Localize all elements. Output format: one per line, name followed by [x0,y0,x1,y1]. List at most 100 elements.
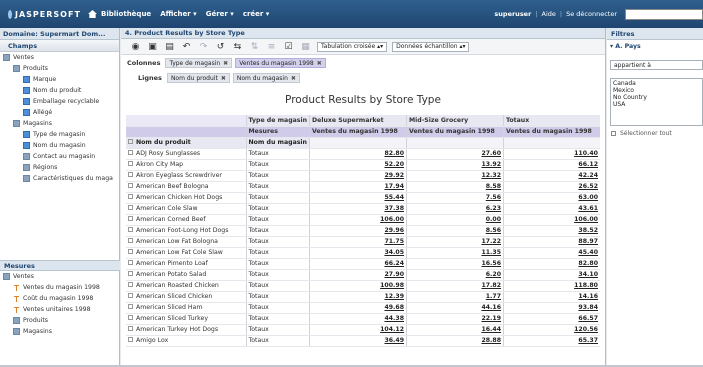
value-cell[interactable]: 16.44 [406,324,504,336]
measure-header[interactable]: Ventes du magasin 1998 [406,126,504,138]
column-header[interactable]: Deluxe Supermarket [309,115,407,127]
value-cell[interactable]: 120.56 [503,324,600,336]
value-cell[interactable]: 104.12 [309,324,407,336]
jaspersoft-logo[interactable]: JASPERSOFT [8,9,80,19]
value-cell[interactable]: 6.23 [406,203,504,215]
expand-icon[interactable] [128,138,133,144]
measure-header[interactable]: Ventes du magasin 1998 [309,126,407,138]
row-header[interactable]: Akron Eyeglass Screwdriver [126,170,247,182]
value-cell[interactable]: 26.52 [503,181,600,193]
expand-icon[interactable] [128,314,133,320]
tree-item[interactable]: Ventes [0,271,120,282]
tree-item[interactable]: Ventes du magasin 1998 [0,282,120,293]
row-header[interactable]: American Sliced Chicken [126,291,247,303]
view-icon[interactable]: ◉ [130,41,141,52]
row-header[interactable]: American Low Fat Bologna [126,236,247,248]
row-header[interactable]: American Sliced Ham [126,302,247,314]
sort-icon[interactable]: ⇅ [249,41,260,52]
tree-item[interactable]: Allégé [0,107,119,118]
expand-icon[interactable] [128,160,133,166]
value-cell[interactable]: 17.22 [406,236,504,248]
value-cell[interactable]: 66.57 [503,313,600,325]
expand-icon[interactable] [128,182,133,188]
tree-item[interactable]: Caractéristiques du maga [0,173,119,184]
value-cell[interactable]: 45.40 [503,247,600,259]
value-cell[interactable]: 8.58 [406,181,504,193]
value-cell[interactable]: 12.32 [406,170,504,182]
value-cell[interactable]: 17.82 [406,280,504,292]
value-cell[interactable]: 63.00 [503,192,600,204]
value-cell[interactable]: 42.24 [503,170,600,182]
select-all-checkbox[interactable]: Sélectionner tout [611,130,703,137]
row-header[interactable]: American Beef Bologna [126,181,247,193]
tree-item[interactable]: Régions [0,162,119,173]
column-chip[interactable]: Ventes du magasin 1998 ✖ [235,58,326,68]
column-header[interactable]: Mid-Size Grocery [406,115,504,127]
row-header[interactable]: American Low Fat Cole Slaw [126,247,247,259]
row-header[interactable]: American Roasted Chicken [126,280,247,292]
expand-icon[interactable] [128,292,133,298]
column-chip[interactable]: Type de magasin ✖ [165,58,233,68]
close-icon[interactable]: ✖ [221,75,226,82]
nav-bibliotheque[interactable]: Bibliothèque [101,10,151,18]
value-cell[interactable]: 34.10 [503,269,600,281]
measure-header[interactable]: Ventes du magasin 1998 [503,126,600,138]
value-cell[interactable]: 12.39 [309,291,407,303]
tree-item[interactable]: Nom du produit [0,85,119,96]
value-cell[interactable]: 44.38 [309,313,407,325]
row-dim-header[interactable]: Nom du produit [126,137,247,149]
redo-icon[interactable]: ↷ [198,41,209,52]
domain-header[interactable]: Domaine: Supermart Dom... [0,28,119,40]
tree-item[interactable]: Magasins [0,118,119,129]
tree-item[interactable]: Ventes unitaires 1998 [0,304,120,315]
row-header[interactable]: Akron City Map [126,159,247,171]
nav-gerer[interactable]: Gérer ▾ [206,10,234,18]
value-cell[interactable]: 0.00 [406,214,504,226]
undo-icon[interactable]: ↶ [181,41,192,52]
input-controls-icon[interactable]: ☑ [283,41,294,52]
row-header[interactable]: American Potato Salad [126,269,247,281]
tree-item[interactable]: Magasins [0,326,120,337]
expand-icon[interactable] [128,336,133,342]
value-cell[interactable]: 65.37 [503,335,600,347]
tree-item[interactable]: Type de magasin [0,129,119,140]
expand-icon[interactable] [128,193,133,199]
help-link[interactable]: Aide [542,10,556,18]
nav-creer[interactable]: créer ▾ [243,10,270,18]
close-icon[interactable]: ✖ [291,75,296,82]
home-icon[interactable] [88,10,97,18]
value-cell[interactable]: 37.38 [309,203,407,215]
value-cell[interactable]: 27.90 [309,269,407,281]
expand-icon[interactable] [128,149,133,155]
tree-item[interactable]: Emballage recyclable [0,96,119,107]
value-cell[interactable]: 36.49 [309,335,407,347]
search-input[interactable] [625,8,703,20]
value-cell[interactable]: 88.97 [503,236,600,248]
row-header[interactable]: American Turkey Hot Dogs [126,324,247,336]
filter-option[interactable]: USA [613,101,700,108]
options-icon[interactable]: ≡ [266,41,277,52]
expand-icon[interactable] [128,226,133,232]
filter-name[interactable]: ▾ A. Pays [607,40,703,52]
value-cell[interactable]: 106.00 [503,214,600,226]
row-header[interactable]: ADJ Rosy Sunglasses [126,148,247,160]
reset-icon[interactable]: ↺ [215,41,226,52]
tree-item[interactable]: Marque [0,74,119,85]
pivot-icon[interactable]: ⇆ [232,41,243,52]
value-cell[interactable]: 16.56 [406,258,504,270]
value-cell[interactable]: 106.00 [309,214,407,226]
filter-options-list[interactable]: Canada Mexico No Country USA [610,78,703,126]
expand-icon[interactable] [128,281,133,287]
expand-icon[interactable] [128,303,133,309]
tree-item[interactable]: Produits [0,63,119,74]
expand-icon[interactable] [128,171,133,177]
value-cell[interactable]: 118.80 [503,280,600,292]
value-cell[interactable]: 38.52 [503,225,600,237]
value-cell[interactable]: 7.56 [406,192,504,204]
value-cell[interactable]: 43.61 [503,203,600,215]
value-cell[interactable]: 49.68 [309,302,407,314]
expand-icon[interactable] [128,248,133,254]
logout-link[interactable]: Se déconnecter [566,10,617,18]
tree-item[interactable]: Coût du magasin 1998 [0,293,120,304]
data-select[interactable]: Données échantillon ▴▾ [392,41,470,52]
